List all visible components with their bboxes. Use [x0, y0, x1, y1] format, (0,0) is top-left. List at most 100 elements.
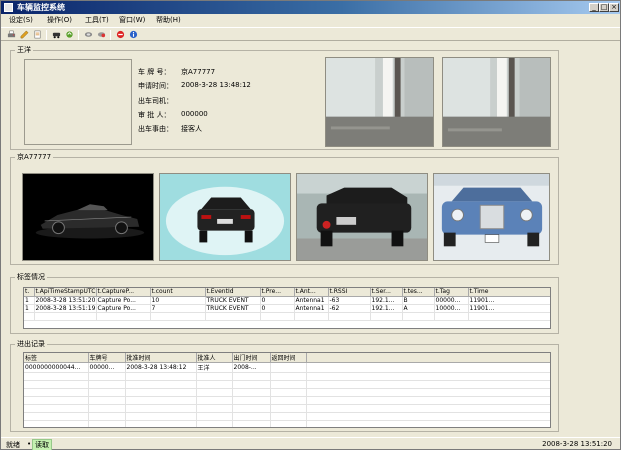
- table-row: [24, 372, 550, 381]
- title-bar[interactable]: 车辆监控系统 _ □ ×: [1, 1, 620, 14]
- table-cell: 2008-3-28 13:51:19: [34, 304, 97, 313]
- column-header[interactable]: t.Ser...: [370, 288, 403, 297]
- plate-label: 车 牌 号：: [138, 68, 171, 76]
- table-cell: Antenna1: [294, 296, 329, 305]
- menu-tools[interactable]: 工具(T): [85, 15, 109, 25]
- table-cell: Capture Po...: [96, 304, 151, 313]
- disconnect-icon[interactable]: [97, 30, 106, 39]
- toolbar-separator: [46, 30, 47, 40]
- table-row[interactable]: 1 2008-3-28 13:51:19 Capture Po... 7 TRU…: [24, 304, 550, 313]
- table-cell: 1: [24, 296, 35, 305]
- column-header[interactable]: t.Tag: [434, 288, 469, 297]
- app-icon: [4, 3, 13, 12]
- table-cell: TRUCK EVENT: [205, 304, 261, 313]
- table-cell: 00000...: [434, 296, 469, 305]
- status-ready: 就绪: [6, 441, 20, 449]
- print-icon[interactable]: [7, 30, 16, 39]
- table-cell: 192.1...: [370, 296, 403, 305]
- status-separator: •: [27, 440, 32, 448]
- menu-window[interactable]: 窗口(W): [119, 15, 145, 25]
- help-icon[interactable]: [129, 30, 138, 39]
- camera-snapshot: [442, 57, 551, 147]
- status-time: 2008-3-28 13:51:20: [542, 440, 612, 448]
- document-icon[interactable]: [33, 30, 42, 39]
- table-cell: TRUCK EVENT: [205, 296, 261, 305]
- reason-value: 接客人: [181, 125, 202, 133]
- column-header[interactable]: 批准时间: [125, 353, 197, 363]
- table-cell: A: [402, 304, 435, 313]
- link-icon[interactable]: [84, 30, 93, 39]
- column-header[interactable]: t.CaptureP...: [96, 288, 151, 297]
- table-cell: 7: [150, 304, 206, 313]
- approver-label: 审 批 人：: [138, 111, 171, 119]
- vehicle-group-label: 京A77777: [17, 153, 52, 161]
- minimize-button[interactable]: _: [589, 3, 599, 12]
- maximize-button[interactable]: □: [599, 3, 609, 12]
- vehicle-icon[interactable]: [52, 30, 61, 39]
- apply-time-label: 申请时间：: [138, 82, 173, 90]
- column-header[interactable]: 标签: [24, 353, 89, 363]
- table-cell: 0: [260, 304, 295, 313]
- table-row[interactable]: 0000000000044... 00000... 2008-3-28 13:4…: [24, 362, 550, 373]
- column-header[interactable]: 返回时间: [270, 353, 307, 363]
- tag-status-table[interactable]: t. t.ApiTimeStampUTC t.CaptureP... t.cou…: [23, 287, 551, 329]
- toolbar-separator: [78, 30, 79, 40]
- reason-label: 出车事由：: [138, 125, 173, 133]
- tag-table-header: t. t.ApiTimeStampUTC t.CaptureP... t.cou…: [24, 288, 550, 297]
- table-cell: 192.1...: [370, 304, 403, 313]
- table-row: [24, 380, 550, 389]
- menu-operate[interactable]: 操作(O): [47, 15, 72, 25]
- table-row: [24, 420, 550, 427]
- column-header[interactable]: t.ApiTimeStampUTC: [34, 288, 97, 297]
- table-cell: -63: [328, 296, 371, 305]
- column-header[interactable]: t.Ant...: [294, 288, 329, 297]
- table-cell: 2008-3-28 13:48:12: [125, 362, 197, 373]
- table-cell: [270, 362, 307, 373]
- app-window: 车辆监控系统 _ □ × 设定(S) 操作(O) 工具(T) 窗口(W) 帮助(…: [0, 0, 621, 450]
- vehicle-photo: [22, 173, 154, 261]
- apply-time-value: 2008-3-28 13:48:12: [181, 81, 251, 89]
- table-cell: 00000...: [88, 362, 126, 373]
- table-cell: 1: [24, 304, 35, 313]
- table-cell: 0000000000044...: [24, 362, 89, 373]
- table-cell: 10: [150, 296, 206, 305]
- window-title: 车辆监控系统: [17, 3, 65, 12]
- column-header[interactable]: t.Time: [468, 288, 550, 297]
- column-header[interactable]: 出门时间: [232, 353, 271, 363]
- table-row: [24, 388, 550, 397]
- column-header[interactable]: t.RSSI: [328, 288, 371, 297]
- column-header[interactable]: 车牌号: [88, 353, 126, 363]
- table-row: [24, 396, 550, 405]
- table-cell: B: [402, 296, 435, 305]
- plate-value: 京A77777: [181, 68, 216, 76]
- driver-label: 出车司机：: [138, 97, 173, 105]
- menu-help[interactable]: 帮助(H): [156, 15, 181, 25]
- table-cell: 10000...: [434, 304, 469, 313]
- table-row[interactable]: 1 2008-3-28 13:51:20 Capture Po... 10 TR…: [24, 296, 550, 305]
- table-cell: 0: [260, 296, 295, 305]
- column-header[interactable]: t.: [24, 288, 35, 297]
- driver-photo: [24, 59, 132, 145]
- approver-value: 000000: [181, 110, 208, 118]
- table-row: [24, 312, 550, 321]
- inout-records-table[interactable]: 标签 车牌号 批准时间 批准人 出门时间 返回时间 0000000000044.…: [23, 352, 551, 428]
- column-header[interactable]: t.Pre...: [260, 288, 295, 297]
- stop-icon[interactable]: [116, 30, 125, 39]
- table-cell: Capture Po...: [96, 296, 151, 305]
- toolbar-separator: [110, 30, 111, 40]
- close-button[interactable]: ×: [609, 3, 619, 12]
- table-cell: Antenna1: [294, 304, 329, 313]
- table-cell: 11901...: [468, 304, 550, 313]
- table-cell: 2008-...: [232, 362, 271, 373]
- toolbar: [1, 27, 620, 41]
- edit-icon[interactable]: [20, 30, 29, 39]
- table-row: [24, 412, 550, 421]
- menu-settings[interactable]: 设定(S): [9, 15, 33, 25]
- table-cell: -62: [328, 304, 371, 313]
- column-header[interactable]: 批准人: [196, 353, 233, 363]
- column-header[interactable]: t.EventId: [205, 288, 261, 297]
- column-header[interactable]: t.count: [150, 288, 206, 297]
- column-header[interactable]: t.tes...: [402, 288, 435, 297]
- refresh-icon[interactable]: [65, 30, 74, 39]
- status-reading-badge: 读取: [32, 439, 52, 450]
